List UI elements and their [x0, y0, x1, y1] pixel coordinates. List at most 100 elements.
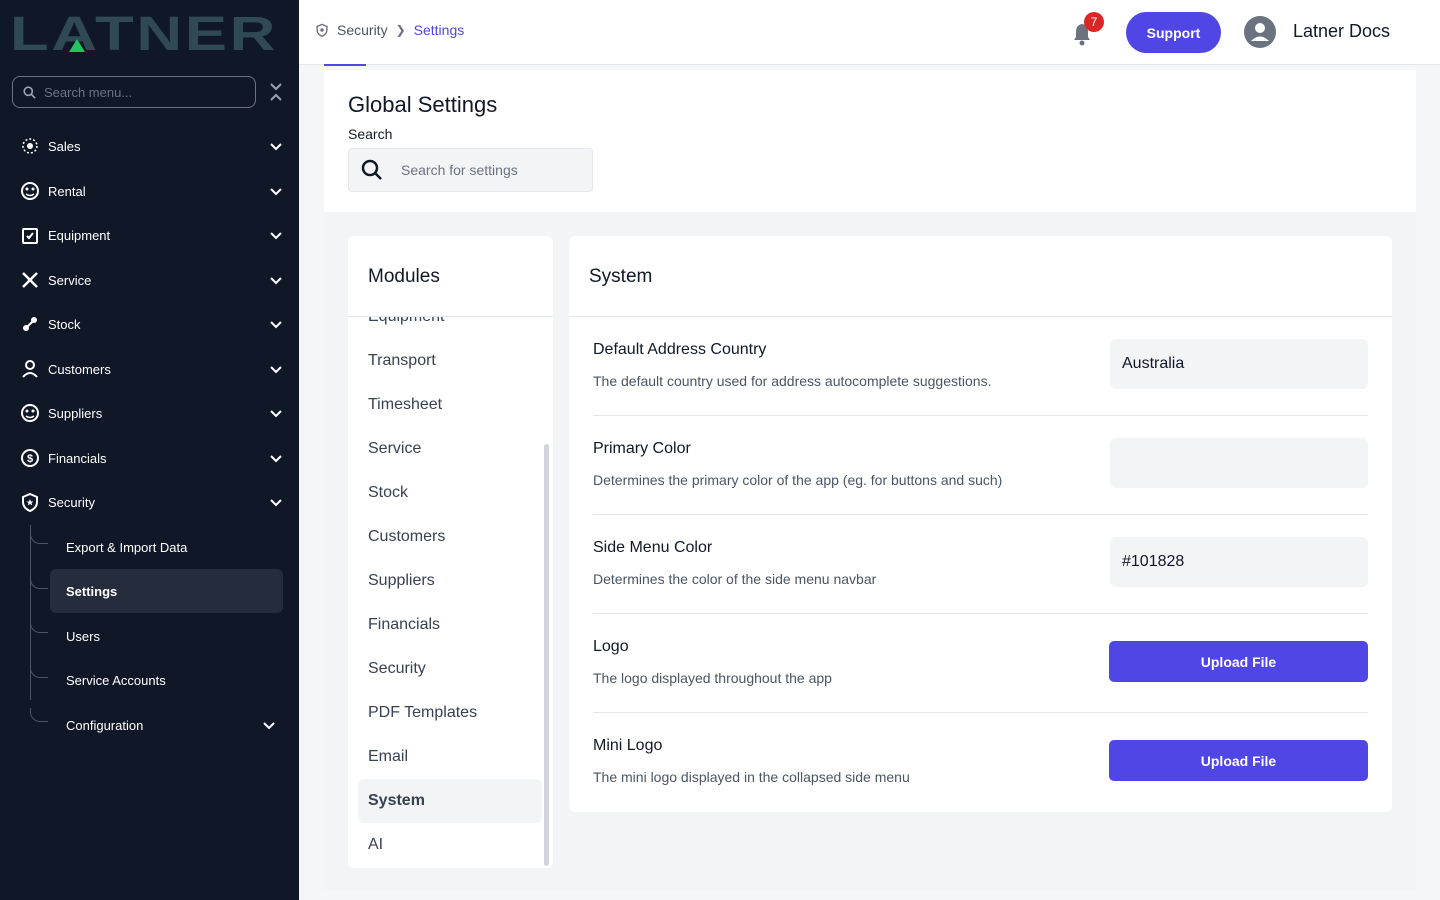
sidebar-item-customers[interactable]: Customers — [12, 349, 288, 389]
setting-name: Primary Color — [593, 440, 691, 457]
shield-icon — [20, 492, 40, 512]
chevron-down-icon — [263, 722, 275, 730]
search-menu — [12, 76, 256, 108]
default-country-input[interactable] — [1110, 339, 1368, 389]
setting-row-primary-color: Primary Color Determines the primary col… — [593, 416, 1368, 515]
financials-icon: $ — [20, 448, 40, 468]
module-item-customers[interactable]: Customers — [358, 515, 542, 559]
latner-logo[interactable]: LATNER — [10, 12, 280, 52]
modules-scrollbar[interactable] — [544, 444, 549, 866]
sidebar-item-label: Rental — [48, 183, 86, 199]
svg-text:LATNER: LATNER — [10, 12, 278, 52]
sidebar-subitem-label: Service Accounts — [66, 672, 166, 688]
modules-title: Modules — [368, 266, 440, 287]
module-item-service[interactable]: Service — [358, 427, 542, 471]
module-item-financials[interactable]: Financials — [358, 603, 542, 647]
primary-color-input[interactable] — [1110, 438, 1368, 488]
sidebar-item-label: Security — [48, 494, 95, 510]
setting-name: Logo — [593, 638, 629, 655]
system-title: System — [589, 266, 653, 287]
modules-card: Modules Equipment Transport Timesheet Se… — [348, 236, 553, 868]
sidebar-subitem-label: Configuration — [66, 717, 144, 733]
setting-name: Mini Logo — [593, 737, 663, 754]
sidebar-item-financials[interactable]: $ Financials — [12, 438, 288, 478]
sidebar-subitem-label: Users — [66, 628, 100, 644]
sidebar-item-label: Suppliers — [48, 405, 103, 421]
customers-icon — [20, 359, 40, 379]
page-title: Global Settings — [348, 92, 498, 117]
sidebar-item-security[interactable]: Security — [12, 482, 288, 522]
module-item-pdf-templates[interactable]: PDF Templates — [358, 691, 542, 735]
submenu-connector — [30, 619, 48, 633]
submenu-connector — [30, 708, 48, 722]
sidebar-subitem-service-accounts[interactable]: Service Accounts — [50, 658, 283, 702]
svg-text:$: $ — [27, 453, 33, 465]
settings-search-input[interactable] — [401, 162, 581, 178]
chevron-down-icon — [270, 366, 282, 374]
chevron-down-icon — [270, 410, 282, 418]
settings-search — [348, 148, 593, 192]
side-menu-color-input[interactable] — [1110, 537, 1368, 587]
service-icon — [20, 270, 40, 290]
sidebar-item-equipment[interactable]: Equipment — [12, 215, 288, 255]
submenu-connector — [30, 575, 48, 589]
rental-icon — [20, 181, 40, 201]
chevron-down-icon — [270, 188, 282, 196]
avatar[interactable] — [1244, 16, 1276, 48]
shield-icon — [316, 23, 328, 37]
submenu-connector — [30, 530, 48, 544]
sidebar-item-label: Customers — [48, 361, 111, 377]
setting-row-default-address-country: Default Address Country The default coun… — [593, 317, 1368, 416]
module-item-security[interactable]: Security — [358, 647, 542, 691]
sidebar-item-stock[interactable]: Stock — [12, 304, 288, 344]
module-item-stock[interactable]: Stock — [358, 471, 542, 515]
sidebar-subitem-settings[interactable]: Settings — [50, 569, 283, 613]
search-label: Search — [348, 126, 393, 142]
sidebar-subitem-label: Settings — [66, 583, 118, 599]
setting-description: Determines the primary color of the app … — [593, 472, 1003, 488]
chevron-down-icon — [270, 143, 282, 151]
sidebar-item-sales[interactable]: Sales — [12, 126, 288, 166]
setting-name: Default Address Country — [593, 341, 767, 358]
module-item-email[interactable]: Email — [358, 735, 542, 779]
chevron-right-icon: ❯ — [395, 23, 406, 37]
collapse-icon[interactable] — [268, 82, 284, 102]
sidebar-item-suppliers[interactable]: Suppliers — [12, 393, 288, 433]
chevron-down-icon — [270, 455, 282, 463]
upload-mini-logo-button[interactable]: Upload File — [1109, 740, 1368, 781]
module-item-equipment[interactable]: Equipment — [358, 317, 542, 339]
setting-description: The mini logo displayed in the collapsed… — [593, 769, 910, 785]
support-button[interactable]: Support — [1126, 12, 1221, 53]
chevron-down-icon — [270, 499, 282, 507]
search-menu-input[interactable] — [44, 84, 234, 100]
breadcrumb-security[interactable]: Security — [337, 22, 388, 38]
user-name[interactable]: Latner Docs — [1293, 21, 1390, 42]
sales-icon — [20, 136, 40, 156]
notification-badge: 7 — [1084, 12, 1104, 32]
chevron-down-icon — [270, 277, 282, 285]
sidebar-item-label: Equipment — [48, 227, 111, 243]
system-card: System Default Address Country The defau… — [569, 236, 1392, 812]
module-item-ai[interactable]: AI — [358, 823, 542, 867]
setting-name: Side Menu Color — [593, 539, 713, 556]
sidebar-subitem-export-import[interactable]: Export & Import Data — [50, 525, 283, 569]
top-bar: Security ❯ Settings 7 Support Latner Doc… — [299, 0, 1440, 66]
modules-list: Equipment Transport Timesheet Service St… — [348, 317, 553, 868]
module-item-transport[interactable]: Transport — [358, 339, 542, 383]
module-item-timesheet[interactable]: Timesheet — [358, 383, 542, 427]
suppliers-icon — [20, 403, 40, 423]
module-item-suppliers[interactable]: Suppliers — [358, 559, 542, 603]
sidebar-item-rental[interactable]: Rental — [12, 171, 288, 211]
sidebar-subitem-configuration[interactable]: Configuration — [50, 703, 283, 747]
setting-description: The default country used for address aut… — [593, 373, 992, 389]
sidebar-subitem-users[interactable]: Users — [50, 614, 283, 658]
sidebar: LATNER Sales Rental Equipment Service St… — [0, 0, 299, 900]
search-icon — [361, 159, 382, 180]
breadcrumb-settings[interactable]: Settings — [414, 22, 465, 38]
settings-header: Global Settings Search — [324, 70, 1416, 212]
module-item-system[interactable]: System — [358, 779, 542, 823]
setting-row-side-menu-color: Side Menu Color Determines the color of … — [593, 515, 1368, 614]
upload-logo-button[interactable]: Upload File — [1109, 641, 1368, 682]
setting-row-mini-logo: Mini Logo The mini logo displayed in the… — [593, 713, 1368, 812]
sidebar-item-service[interactable]: Service — [12, 260, 288, 300]
